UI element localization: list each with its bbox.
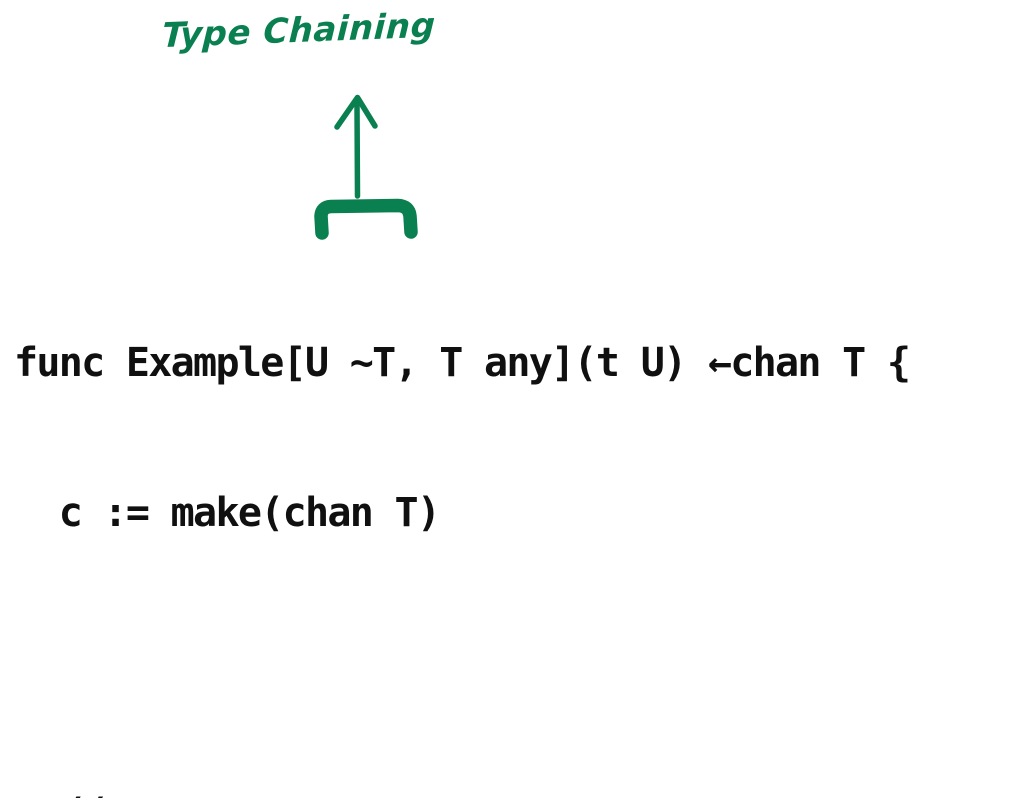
up-arrow-icon	[334, 94, 378, 130]
code-block: func Example[U ~T, T any](t U) ←chan T {…	[14, 238, 911, 798]
slide-canvas: func Example[U ~T, T any](t U) ←chan T {…	[0, 0, 1024, 798]
curly-brace-icon	[314, 198, 418, 240]
code-line: func Example[U ~T, T any](t U) ←chan T {	[14, 340, 911, 386]
code-line: // ...	[14, 788, 909, 798]
annotation-label-type-chaining: Type Chaining	[161, 5, 437, 57]
code-line: c := make(chan T)	[14, 490, 441, 536]
up-arrow-shaft	[354, 101, 361, 199]
